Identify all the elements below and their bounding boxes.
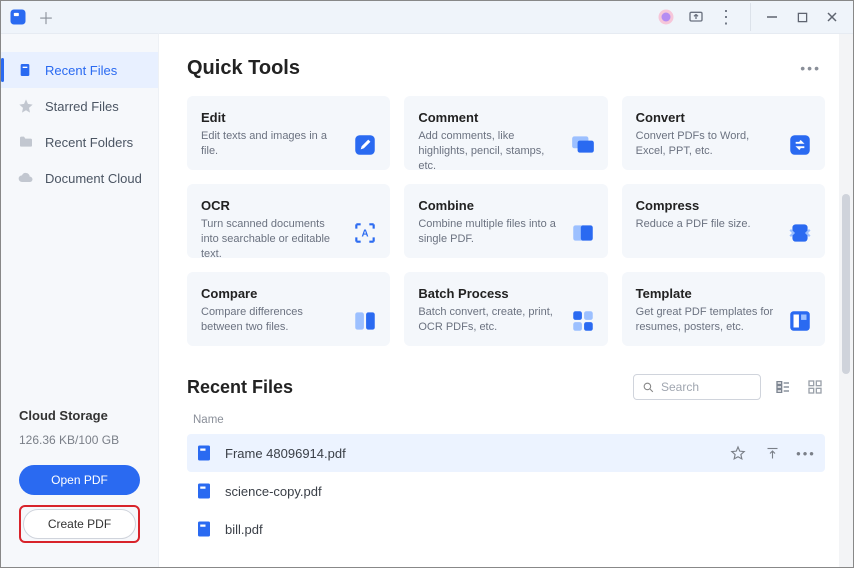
main-panel: Quick Tools ••• Edit Edit texts and imag… <box>159 33 853 567</box>
title-bar: ＋ ⋮ <box>1 1 853 33</box>
sidebar-item-label: Document Cloud <box>45 171 142 186</box>
file-row[interactable]: Frame 48096914.pdf ••• <box>187 434 825 472</box>
window-maximize-button[interactable] <box>787 3 817 31</box>
folder-icon <box>17 133 35 151</box>
convert-icon <box>787 132 813 158</box>
file-row[interactable]: bill.pdf <box>187 510 825 548</box>
file-row[interactable]: science-copy.pdf <box>187 472 825 510</box>
tool-card-convert[interactable]: Convert Convert PDFs to Word, Excel, PPT… <box>622 96 825 170</box>
new-tab-button[interactable]: ＋ <box>33 4 59 30</box>
sidebar-item-label: Recent Folders <box>45 135 133 150</box>
open-pdf-button[interactable]: Open PDF <box>19 465 140 495</box>
sidebar-item-document-cloud[interactable]: Document Cloud <box>1 160 158 196</box>
window-minimize-button[interactable] <box>757 3 787 31</box>
ocr-icon: A <box>352 220 378 246</box>
more-menu-icon[interactable]: ⋮ <box>712 3 740 31</box>
sidebar-item-starred-files[interactable]: Starred Files <box>1 88 158 124</box>
combine-icon <box>570 220 596 246</box>
sidebar-item-label: Recent Files <box>45 63 117 78</box>
comment-icon <box>570 132 596 158</box>
avatar-icon[interactable] <box>652 3 680 31</box>
pdf-file-icon <box>195 444 213 462</box>
star-icon[interactable] <box>727 442 749 464</box>
app-logo-icon <box>7 6 29 28</box>
recent-files-title: Recent Files <box>187 377 293 398</box>
cloud-storage-usage: 126.36 KB/100 GB <box>19 433 140 447</box>
svg-text:A: A <box>362 228 369 239</box>
upload-icon[interactable] <box>761 442 783 464</box>
tool-card-ocr[interactable]: OCR Turn scanned documents into searchab… <box>187 184 390 258</box>
compare-icon <box>352 308 378 334</box>
row-more-icon[interactable]: ••• <box>795 442 817 464</box>
quick-tools-more-icon[interactable]: ••• <box>796 56 825 80</box>
tool-card-compress[interactable]: Compress Reduce a PDF file size. <box>622 184 825 258</box>
tool-card-combine[interactable]: Combine Combine multiple files into a si… <box>404 184 607 258</box>
template-icon <box>787 308 813 334</box>
recent-files-icon <box>17 61 35 79</box>
star-icon <box>17 97 35 115</box>
grid-view-icon[interactable] <box>805 377 825 397</box>
tool-card-edit[interactable]: Edit Edit texts and images in a file. <box>187 96 390 170</box>
scrollbar-thumb[interactable] <box>842 194 850 374</box>
tool-card-template[interactable]: Template Get great PDF templates for res… <box>622 272 825 346</box>
create-pdf-highlight: Create PDF <box>19 505 140 543</box>
edit-icon <box>352 132 378 158</box>
batch-icon <box>570 308 596 334</box>
window-close-button[interactable] <box>817 3 847 31</box>
pdf-file-icon <box>195 520 213 538</box>
list-view-icon[interactable] <box>773 377 793 397</box>
cloud-icon <box>17 169 35 187</box>
sidebar-item-recent-files[interactable]: Recent Files <box>1 52 158 88</box>
tool-card-comment[interactable]: Comment Add comments, like highlights, p… <box>404 96 607 170</box>
quick-tools-title: Quick Tools <box>187 57 300 80</box>
create-pdf-button[interactable]: Create PDF <box>23 509 136 539</box>
compress-icon <box>787 220 813 246</box>
recent-column-name: Name <box>187 414 825 426</box>
sidebar-item-recent-folders[interactable]: Recent Folders <box>1 124 158 160</box>
quick-tools-grid: Edit Edit texts and images in a file. Co… <box>187 96 825 346</box>
scrollbar[interactable] <box>839 34 853 567</box>
pdf-file-icon <box>195 482 213 500</box>
sidebar: Recent Files Starred Files Recent Folder… <box>1 33 159 567</box>
tool-card-batch[interactable]: Batch Process Batch convert, create, pri… <box>404 272 607 346</box>
tool-card-compare[interactable]: Compare Compare differences between two … <box>187 272 390 346</box>
search-icon <box>642 381 655 394</box>
share-screen-icon[interactable] <box>682 3 710 31</box>
search-input[interactable]: Search <box>633 374 761 400</box>
cloud-storage-title: Cloud Storage <box>19 408 140 423</box>
sidebar-item-label: Starred Files <box>45 99 119 114</box>
